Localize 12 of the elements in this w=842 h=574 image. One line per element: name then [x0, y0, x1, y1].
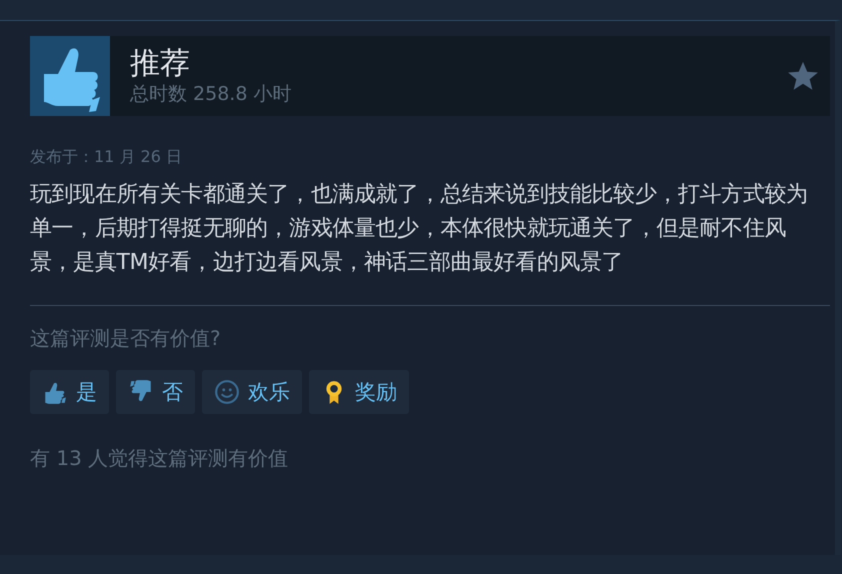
helpful-question: 这篇评测是否有价值? — [30, 325, 222, 352]
verdict-title: 推荐 — [130, 46, 191, 82]
vote-button[interactable]: 欢乐 — [202, 370, 302, 414]
posted-date: 发布于：11 月 26 日 — [30, 146, 183, 168]
vote-button[interactable]: 是 — [30, 370, 109, 414]
review-text: 玩到现在所有关卡都通关了，也满成就了，总结来说到技能比较少，打斗方式较为单一，后期打得挺无聊的，游戏体量也少，本体很快就玩通关了，但是耐不住风景，是真TM好看，边打边看风景，神话三部曲最好看的风景了 — [30, 181, 809, 277]
helpful-count: 有 13 人觉得这篇评测有价值 — [30, 445, 290, 472]
playtime-text: 总时数 258.8 小时 — [130, 82, 292, 106]
vote-button[interactable]: 否 — [116, 370, 195, 414]
thumbs-up-icon — [30, 36, 110, 116]
smiley-icon — [214, 379, 240, 405]
vote-button[interactable]: 奖励 — [309, 370, 409, 414]
